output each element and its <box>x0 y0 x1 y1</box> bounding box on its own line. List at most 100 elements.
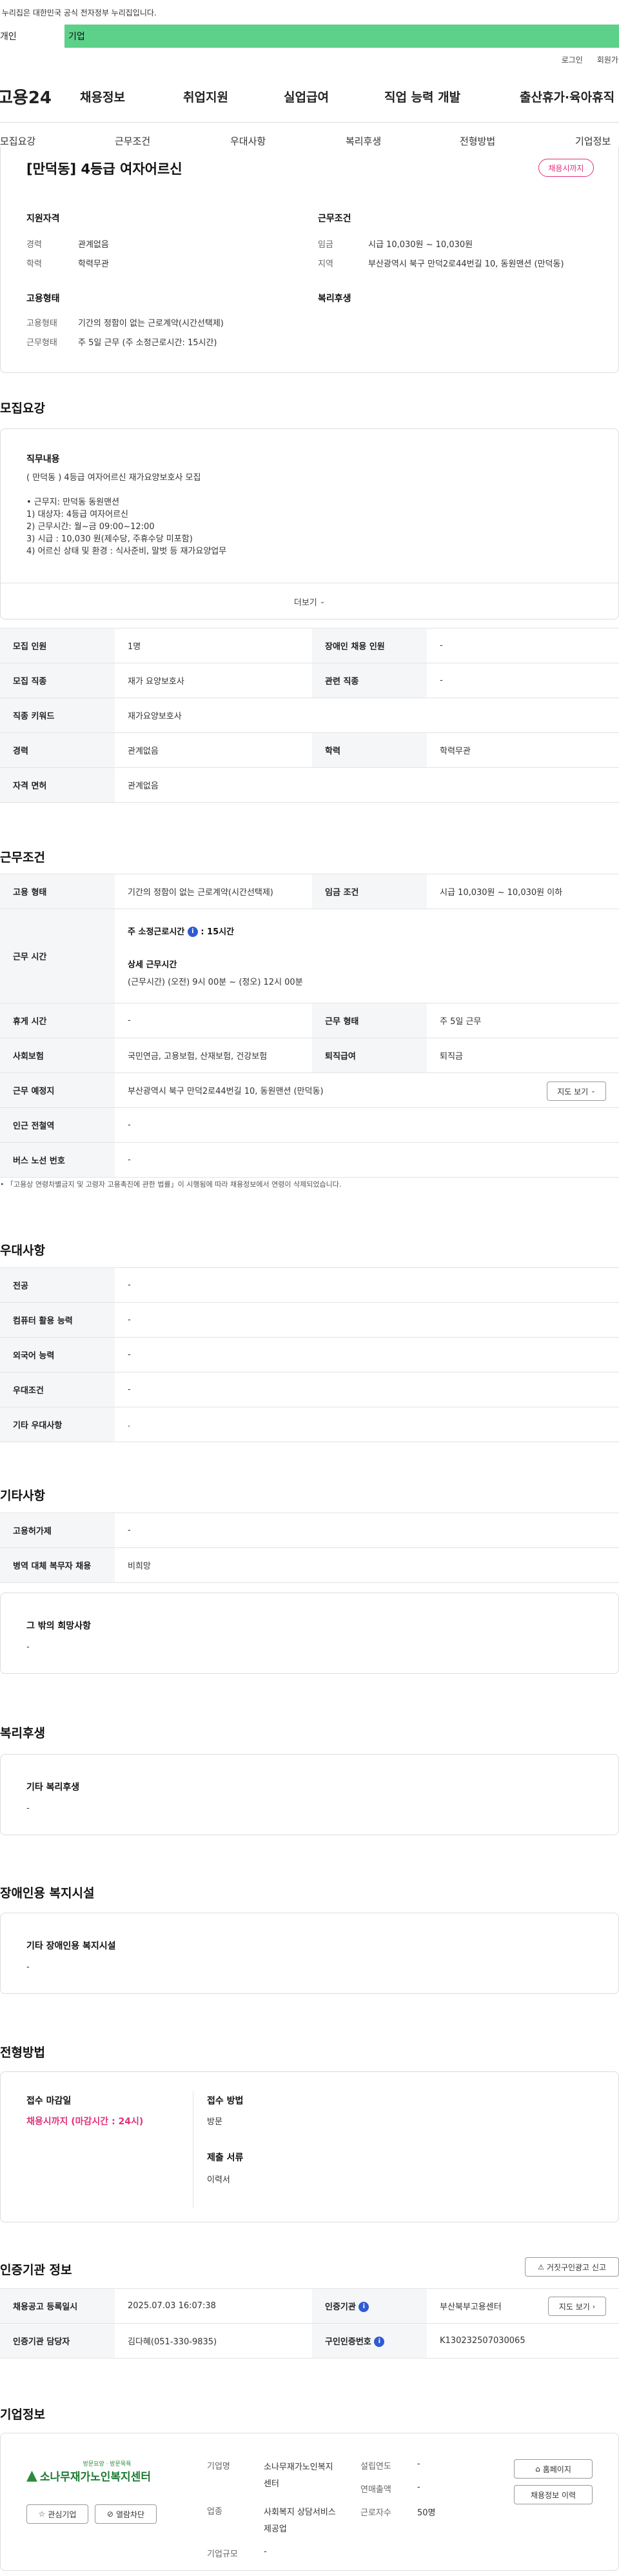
age-note: • 「고용상 연령차별금지 및 고령자 고용촉진에 관한 법률」이 시행됨에 따… <box>0 1179 341 1189</box>
util-links: 로그인 회원가입 <box>0 48 619 71</box>
weekly-hours: 주 소정근로시간 i : 15시간 <box>128 925 606 938</box>
duty-line: 3) 시급 : 10,030 원(제수당, 주휴수당 미포함) <box>26 534 193 544</box>
edu-value: 학력무관 <box>78 259 109 269</box>
row-value: - <box>115 1267 619 1303</box>
welfare-section-title: 복리후생 <box>0 1726 45 1740</box>
gnb-item-parental[interactable]: 출산휴가·육아휴직 <box>520 88 614 105</box>
location-value: 부산광역시 북구 만덕2로44번길 10, 동원맨션 (만덕동) <box>128 1087 324 1096</box>
row-header: 사회보험 <box>0 1038 115 1073</box>
info-icon[interactable]: i <box>374 2337 385 2348</box>
gnb-item-employment[interactable]: 취업지원 <box>183 88 284 105</box>
table-row: 직종 키워드 재가요양보호사 <box>0 698 619 733</box>
row-header: 직종 키워드 <box>0 698 115 733</box>
row-value: 비희망 <box>115 1547 619 1583</box>
age-note-text: 「고용상 연령차별금지 및 고령자 고용촉진에 관한 법률」이 시행됨에 따라 … <box>6 1180 342 1189</box>
site-logo[interactable]: 고용24 <box>0 85 80 108</box>
block-view-button[interactable]: ⊘ 열람차단 <box>95 2504 157 2524</box>
tab-personal[interactable]: 개인 <box>0 25 64 48</box>
duty-line: ( 만덕동 ) 4등급 여자어르신 재가요양보호사 모집 <box>26 473 201 483</box>
gnb-item-training[interactable]: 직업 능력 개발 <box>384 88 520 105</box>
emp-type-value: 기간의 정함이 없는 근로계약(시간선택제) <box>78 319 224 328</box>
job-history-button[interactable]: 채용정보 이력 <box>514 2485 593 2504</box>
gnb-item-jobs[interactable]: 채용정보 <box>80 88 183 105</box>
edu-label: 학력 <box>26 259 42 269</box>
subnav-conditions[interactable]: 근무조건 <box>115 134 150 148</box>
row-header: 외국어 능력 <box>0 1337 115 1373</box>
row-value: - <box>427 628 619 663</box>
row-header: 인증기관 담당자 <box>0 2323 115 2359</box>
pine-tree-icon: ▲ <box>26 2468 37 2484</box>
row-header: 모집 직종 <box>0 663 115 698</box>
subnav-company[interactable]: 기업정보 <box>575 134 611 148</box>
favorite-company-button[interactable]: ☆ 관심기업 <box>26 2504 88 2524</box>
tab-company[interactable]: 기업 <box>64 25 85 48</box>
industry-label: 업종 <box>207 2507 222 2517</box>
row-header: 전공 <box>0 1267 115 1303</box>
company-section-title: 기업정보 <box>0 2408 45 2422</box>
subnav-preference[interactable]: 우대사항 <box>230 134 266 148</box>
info-icon[interactable]: i <box>359 2302 369 2313</box>
size-value: - <box>264 2547 267 2557</box>
subnav-recruit[interactable]: 모집요강 <box>0 134 35 148</box>
cond-title: 근무조건 <box>318 214 351 224</box>
disability-card: 기타 장애인용 복지시설 - <box>0 1913 619 1994</box>
table-row: 모집 직종 재가 요양보호사 관련 직종 - <box>0 663 619 698</box>
signup-link[interactable]: 회원가입 <box>597 54 619 65</box>
gov-banner-text: 이 누리집은 대한민국 공식 전자정부 누리집입니다. <box>0 8 157 17</box>
row-header: 학력 <box>312 732 427 768</box>
method-title: 접수 방법 <box>207 2096 244 2106</box>
logo-text: 소나무재가노인복지센터 <box>39 2471 151 2484</box>
row-value: 김다혜(051-330-9835) <box>115 2323 312 2359</box>
agency-cell: 부산북부고용센터 지도 보기 › <box>427 2288 619 2324</box>
row-value: - <box>115 1142 619 1178</box>
row-header: 경력 <box>0 732 115 768</box>
star-icon: ☆ <box>38 2510 46 2519</box>
row-value: - <box>115 1003 312 1038</box>
row-header: 휴게 시간 <box>0 1003 115 1038</box>
row-header: 임금 조건 <box>312 874 427 909</box>
report-button[interactable]: ⚠ 거짓구인광고 신고 <box>525 2257 619 2277</box>
row-value: 퇴직금 <box>427 1038 619 1073</box>
wage-value: 시급 10,030원 ~ 10,030원 <box>368 240 473 250</box>
homepage-button[interactable]: ⌂ 홈페이지 <box>514 2459 593 2479</box>
emp-title: 고용형태 <box>26 294 60 304</box>
detail-hours-label: 상세 근무시간 <box>128 960 177 971</box>
table-row: 기타 우대사항. <box>0 1407 619 1442</box>
row-header: 인근 전철역 <box>0 1107 115 1143</box>
table-row: 인증기관 담당자 김다혜(051-330-9835) 구인인증번호 i K130… <box>0 2323 619 2359</box>
status-badge: 채용시까지 <box>538 159 594 177</box>
industry-value: 사회복지 상담서비스 제공업 <box>264 2508 336 2534</box>
table-row: 근무 시간 주 소정근로시간 i : 15시간 상세 근무시간 (근무시간) (… <box>0 909 619 1003</box>
gnb-item-unemployment[interactable]: 실업급여 <box>284 88 384 105</box>
row-header: 구인인증번호 i <box>312 2323 427 2359</box>
job-summary-card: [만덕동] 4등급 여자어르신 채용시까지 지원자격 경력 관계없음 학력 학력… <box>0 147 619 373</box>
row-header: 근무 시간 <box>0 909 115 1003</box>
row-value: - <box>427 663 619 698</box>
other-wish-title: 그 밖의 희망사항 <box>26 1621 91 1631</box>
subnav-welfare[interactable]: 복리후생 <box>346 134 381 148</box>
table-row: 외국어 능력 - <box>0 1337 619 1373</box>
report-icon: ⚠ <box>537 2262 544 2271</box>
row-value: - <box>115 1513 619 1548</box>
row-value: 관계없음 <box>115 732 312 768</box>
job-title: [만덕동] 4등급 여자어르신 <box>26 161 182 177</box>
row-value: 1명 <box>115 628 312 663</box>
row-value: 기간의 정함이 없는 근로계약(시간선택제) <box>115 874 312 909</box>
welfare-card: 기타 복리후생 - <box>0 1754 619 1835</box>
row-header: 퇴직급여 <box>312 1038 427 1073</box>
info-icon[interactable]: i <box>187 927 198 938</box>
conditions-section-title: 근무조건 <box>0 850 45 865</box>
main-nav: 고용24 채용정보 취업지원 실업급여 직업 능력 개발 출산휴가·육아휴직 <box>0 71 619 123</box>
row-header: 근무 예정지 <box>0 1072 115 1108</box>
docs-title: 제출 서류 <box>207 2153 244 2163</box>
more-button[interactable]: 더보기 ⌄ <box>1 583 618 619</box>
map-button[interactable]: 지도 보기 ⌄ <box>547 1082 606 1101</box>
subnav-selection[interactable]: 전형방법 <box>460 134 495 148</box>
login-link[interactable]: 로그인 <box>562 54 583 65</box>
map-button[interactable]: 지도 보기 › <box>548 2297 606 2316</box>
company-logo: 방문요양 · 방문목욕 ▲ 소나무재가노인복지센터 <box>26 2459 168 2495</box>
table-row: 병역 대체 복무자 채용 비희망 <box>0 1547 619 1583</box>
table-row: 휴게 시간 - 근무 형태 주 5일 근무 <box>0 1003 619 1038</box>
home-icon: ⌂ <box>535 2464 540 2473</box>
table-row: 고용허가제 - <box>0 1513 619 1548</box>
